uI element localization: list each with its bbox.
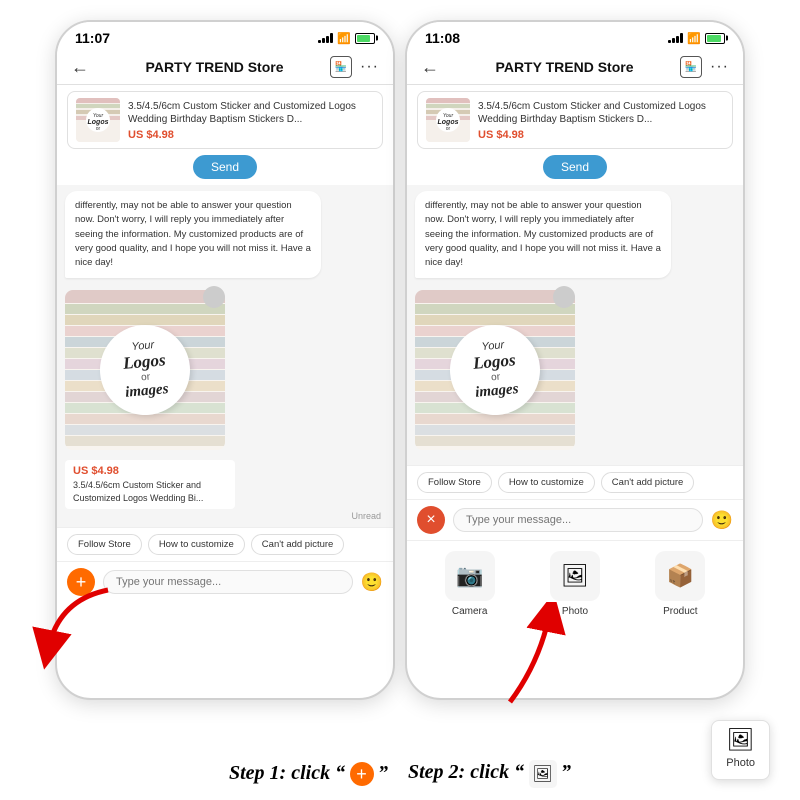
store-title-1: PARTY TREND Store: [99, 59, 330, 75]
product-title-2: 3.5/4.5/6cm Custom Sticker and Customize…: [478, 100, 724, 126]
status-bar-2: 11:08 📶: [407, 22, 743, 50]
quick-replies-2: Follow Store How to customize Can't add …: [407, 465, 743, 499]
step2-label: Step 2: click “ 🖼 ”: [408, 760, 571, 788]
sticker-product-title-1: 3.5/4.5/6cm Custom Sticker and Customize…: [73, 479, 227, 504]
unread-label-1: Unread: [65, 511, 385, 521]
step1-text: Step 1: click “: [229, 762, 345, 784]
sticker-image-1: Your Logos or images: [65, 290, 225, 450]
product-info-1: 3.5/4.5/6cm Custom Sticker and Customize…: [128, 100, 374, 141]
follow-store-btn-2[interactable]: Follow Store: [417, 472, 492, 493]
svg-text:Logos: Logos: [438, 119, 459, 126]
battery-icon-1: [355, 33, 375, 44]
product-card-2: Your Logos or 3.5/4.5/6cm Custom Sticker…: [417, 91, 733, 149]
status-icons-1: 📶: [318, 32, 375, 45]
chat-area-2: differently, may not be able to answer y…: [407, 185, 743, 465]
how-to-customize-btn-2[interactable]: How to customize: [498, 472, 595, 493]
photo-popup-icon: 🖼: [726, 727, 755, 753]
chat-bubble-2: differently, may not be able to answer y…: [415, 191, 671, 278]
product-label-2: Product: [663, 606, 697, 617]
step2-photo-icon: 🖼: [529, 760, 557, 788]
step1-text-end: ”: [378, 762, 388, 784]
status-bar-1: 11:07 📶: [57, 22, 393, 50]
wifi-icon-1: 📶: [337, 32, 351, 45]
product-icon-2: 📦: [655, 551, 705, 601]
photo-icon-2: 🖼: [550, 551, 600, 601]
svg-text:or: or: [446, 126, 451, 132]
product-price-2: US $4.98: [478, 129, 724, 141]
product-thumbnail-2: Your Logos or: [426, 98, 470, 142]
product-button-2[interactable]: 📦 Product: [655, 551, 705, 617]
emoji-button-2[interactable]: 🙂: [711, 510, 733, 531]
chat-area-1: differently, may not be able to answer y…: [57, 185, 393, 527]
back-button-1[interactable]: ←: [71, 57, 89, 78]
nav-icons-1: 🏪 ···: [330, 56, 379, 78]
camera-icon-2: 📷: [445, 551, 495, 601]
send-button-2[interactable]: Send: [543, 155, 607, 179]
back-button-2[interactable]: ←: [421, 57, 439, 78]
nav-icons-2: 🏪 ···: [680, 56, 729, 78]
step2-text-end: ”: [561, 761, 571, 783]
product-card-1: Your Logos or 3.5/4.5/6cm Custom Sticker…: [67, 91, 383, 149]
store-icon-1[interactable]: 🏪: [330, 56, 352, 78]
message-input-2[interactable]: [453, 508, 703, 532]
more-options-icon-1[interactable]: ···: [360, 58, 379, 76]
camera-label-2: Camera: [452, 606, 488, 617]
step1-label: Step 1: click “ + ”: [229, 762, 388, 787]
status-time-1: 11:07: [75, 30, 110, 46]
sticker-logos-2: Logos: [472, 350, 516, 374]
steps-row: Step 1: click “ + ” Step 2: click “ 🖼 ”: [0, 760, 800, 788]
emoji-button-1[interactable]: 🙂: [361, 572, 383, 593]
svg-text:or: or: [96, 126, 101, 132]
store-title-2: PARTY TREND Store: [449, 59, 680, 75]
store-icon-2[interactable]: 🏪: [680, 56, 702, 78]
sticker-price-1: US $4.98: [73, 465, 227, 477]
svg-text:Logos: Logos: [88, 119, 109, 126]
sticker-images-1: images: [125, 381, 170, 402]
message-input-bar-2: × 🙂: [407, 499, 743, 540]
close-button-2[interactable]: ×: [417, 506, 445, 534]
nav-bar-1: ← PARTY TREND Store 🏪 ···: [57, 50, 393, 85]
follow-store-btn-1[interactable]: Follow Store: [67, 534, 142, 555]
product-price-1: US $4.98: [128, 129, 374, 141]
product-title-1: 3.5/4.5/6cm Custom Sticker and Customize…: [128, 100, 374, 126]
wifi-icon-2: 📶: [687, 32, 701, 45]
step1-plus-icon: +: [350, 762, 374, 786]
message-input-1[interactable]: [103, 570, 353, 594]
more-options-icon-2[interactable]: ···: [710, 58, 729, 76]
sticker-images-2: images: [475, 381, 520, 402]
chat-bubble-1: differently, may not be able to answer y…: [65, 191, 321, 278]
how-to-customize-btn-1[interactable]: How to customize: [148, 534, 245, 555]
camera-button-2[interactable]: 📷 Camera: [445, 551, 495, 617]
sticker-image-2: Your Logos or images: [415, 290, 575, 450]
red-arrow-step2: [490, 602, 590, 712]
cant-add-picture-btn-2[interactable]: Can't add picture: [601, 472, 695, 493]
signal-icon-2: [668, 33, 683, 43]
signal-icon-1: [318, 33, 333, 43]
red-arrow-step1: [28, 580, 118, 670]
status-time-2: 11:08: [425, 30, 460, 46]
nav-bar-2: ← PARTY TREND Store 🏪 ···: [407, 50, 743, 85]
step2-text: Step 2: click “: [408, 761, 524, 783]
product-info-2: 3.5/4.5/6cm Custom Sticker and Customize…: [478, 100, 724, 141]
battery-icon-2: [705, 33, 725, 44]
status-icons-2: 📶: [668, 32, 725, 45]
quick-replies-1: Follow Store How to customize Can't add …: [57, 527, 393, 561]
product-thumbnail-1: Your Logos or: [76, 98, 120, 142]
send-button-1[interactable]: Send: [193, 155, 257, 179]
sticker-logos-1: Logos: [122, 350, 166, 374]
phone-2: 11:08 📶 ← PARTY TREND Store 🏪 ···: [405, 20, 745, 700]
cant-add-picture-btn-1[interactable]: Can't add picture: [251, 534, 345, 555]
